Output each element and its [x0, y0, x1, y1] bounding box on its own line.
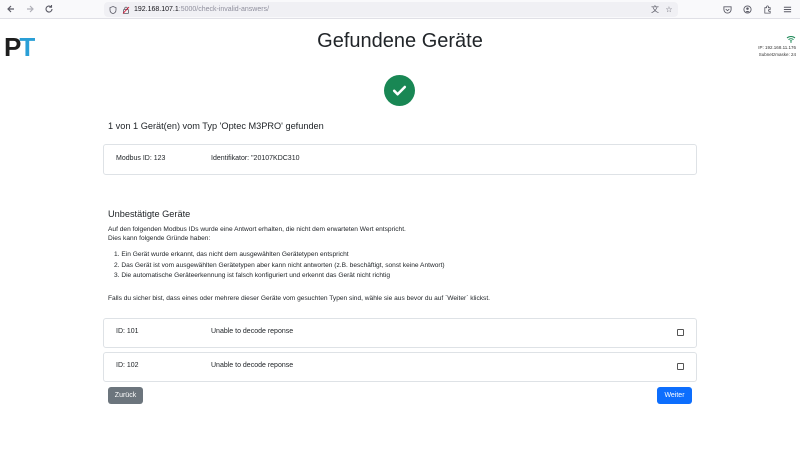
- extensions-icon[interactable]: [760, 2, 774, 16]
- unconfirmed-intro-line1: Auf den folgenden Modbus IDs wurde eine …: [108, 226, 406, 233]
- unconfirmed-intro: Auf den folgenden Modbus IDs wurde eine …: [108, 225, 406, 243]
- device-select-checkbox[interactable]: [677, 329, 684, 336]
- found-device-id: Modbus ID: 123: [116, 155, 166, 162]
- back-button[interactable]: Zurück: [108, 387, 143, 404]
- reload-icon[interactable]: [41, 1, 57, 17]
- found-summary: 1 von 1 Gerät(en) vom Typ 'Optec M3PRO' …: [108, 121, 324, 131]
- next-button[interactable]: Weiter: [657, 387, 692, 404]
- unconfirmed-intro-line2: Dies kann folgende Gründe haben:: [108, 235, 211, 242]
- bookmark-star-icon[interactable]: ☆: [664, 4, 674, 14]
- device-message: Unable to decode reponse: [211, 328, 294, 335]
- forward-arrow-icon[interactable]: [22, 1, 38, 17]
- reason-list: 1. Ein Gerät wurde erkannt, das nicht de…: [114, 250, 445, 282]
- unconfirmed-device-row[interactable]: ID: 102 Unable to decode reponse: [103, 352, 697, 382]
- list-item: 2. Das Gerät ist vom ausgewählten Geräte…: [114, 261, 445, 269]
- menu-icon[interactable]: [780, 2, 794, 16]
- url-path: :5000/check-invalid-answers/: [178, 6, 270, 13]
- translate-icon[interactable]: 文: [650, 4, 660, 14]
- account-icon[interactable]: [740, 2, 754, 16]
- unconfirmed-device-row[interactable]: ID: 101 Unable to decode reponse: [103, 318, 697, 348]
- device-select-checkbox[interactable]: [677, 363, 684, 370]
- url-text: 192.168.107.1:5000/check-invalid-answers…: [134, 6, 269, 13]
- browser-toolbar: 192.168.107.1:5000/check-invalid-answers…: [0, 0, 800, 19]
- selection-hint: Falls du sicher bist, dass eines oder me…: [108, 295, 491, 302]
- unconfirmed-section-title: Unbestätigte Geräte: [108, 209, 191, 219]
- insecure-lock-icon[interactable]: [121, 5, 131, 15]
- shield-icon[interactable]: [108, 5, 118, 15]
- device-id: ID: 101: [116, 328, 139, 335]
- success-check-icon: [384, 75, 415, 106]
- url-host: 192.168.107.1: [134, 6, 179, 13]
- found-device-identifier: Identifikator: "20107KDC310: [211, 155, 300, 162]
- list-item: 3. Die automatische Geräteerkennung ist …: [114, 272, 390, 279]
- list-item: 1. Ein Gerät wurde erkannt, das nicht de…: [114, 251, 349, 258]
- device-message: Unable to decode reponse: [211, 362, 294, 369]
- device-id: ID: 102: [116, 362, 139, 369]
- back-arrow-icon[interactable]: [3, 1, 19, 17]
- address-bar[interactable]: 192.168.107.1:5000/check-invalid-answers…: [104, 2, 678, 17]
- pocket-icon[interactable]: [720, 2, 734, 16]
- found-device-card: Modbus ID: 123 Identifikator: "20107KDC3…: [103, 144, 697, 175]
- page-title: Gefundene Geräte: [317, 30, 483, 52]
